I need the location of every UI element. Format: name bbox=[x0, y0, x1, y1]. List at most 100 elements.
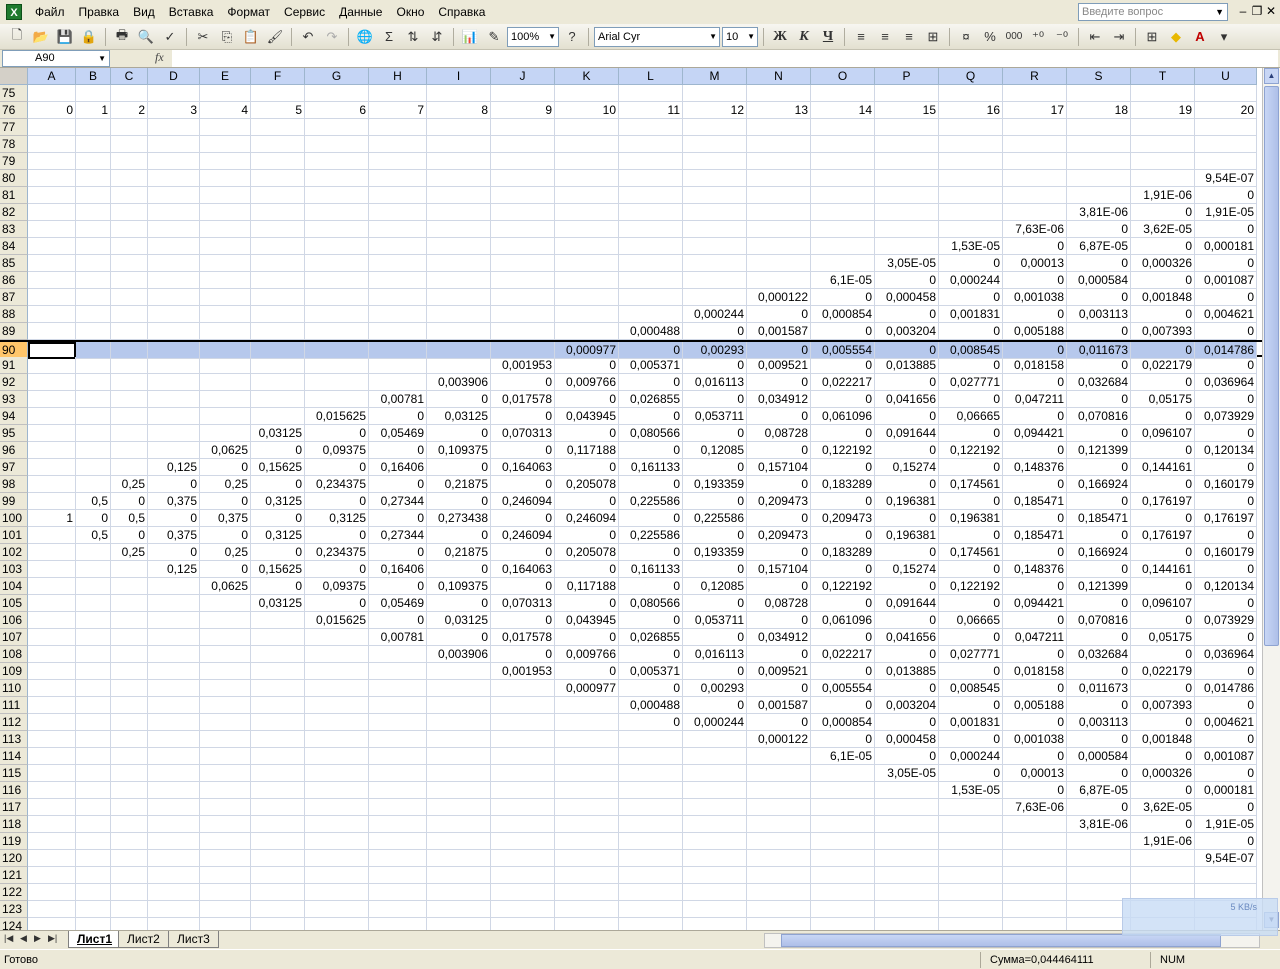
cell-p117[interactable] bbox=[875, 799, 939, 816]
cell-a104[interactable] bbox=[28, 578, 76, 595]
cell-k116[interactable] bbox=[555, 782, 619, 799]
cell-m89[interactable]: 0 bbox=[683, 323, 747, 340]
cell-c95[interactable] bbox=[111, 425, 148, 442]
cell-m80[interactable] bbox=[683, 170, 747, 187]
print-icon[interactable]: 🖶 bbox=[111, 26, 133, 48]
cell-d97[interactable]: 0,125 bbox=[148, 459, 200, 476]
row-header[interactable]: 118 bbox=[0, 816, 28, 833]
cell-i79[interactable] bbox=[427, 153, 491, 170]
cell-p115[interactable]: 3,05E-05 bbox=[875, 765, 939, 782]
cell-e114[interactable] bbox=[200, 748, 251, 765]
cell-n89[interactable]: 0,001587 bbox=[747, 323, 811, 340]
cell-g99[interactable]: 0 bbox=[305, 493, 369, 510]
cell-n81[interactable] bbox=[747, 187, 811, 204]
cell-d113[interactable] bbox=[148, 731, 200, 748]
cell-p87[interactable]: 0,000458 bbox=[875, 289, 939, 306]
cell-g83[interactable] bbox=[305, 221, 369, 238]
cell-n123[interactable] bbox=[747, 901, 811, 918]
cell-o83[interactable] bbox=[811, 221, 875, 238]
cell-n86[interactable] bbox=[747, 272, 811, 289]
row-header[interactable]: 92 bbox=[0, 374, 28, 391]
cell-q105[interactable]: 0 bbox=[939, 595, 1003, 612]
cell-q89[interactable]: 0 bbox=[939, 323, 1003, 340]
cell-d118[interactable] bbox=[148, 816, 200, 833]
cell-i101[interactable]: 0 bbox=[427, 527, 491, 544]
cell-b98[interactable] bbox=[76, 476, 111, 493]
cell-p91[interactable]: 0,013885 bbox=[875, 357, 939, 374]
cell-s87[interactable]: 0 bbox=[1067, 289, 1131, 306]
cell-r79[interactable] bbox=[1003, 153, 1067, 170]
cell-b111[interactable] bbox=[76, 697, 111, 714]
menu-window[interactable]: Окно bbox=[389, 2, 431, 22]
cell-q104[interactable]: 0,122192 bbox=[939, 578, 1003, 595]
cell-e105[interactable] bbox=[200, 595, 251, 612]
cell-d99[interactable]: 0,375 bbox=[148, 493, 200, 510]
cell-i81[interactable] bbox=[427, 187, 491, 204]
cell-f113[interactable] bbox=[251, 731, 305, 748]
cell-b80[interactable] bbox=[76, 170, 111, 187]
cell-d92[interactable] bbox=[148, 374, 200, 391]
cell-m75[interactable] bbox=[683, 85, 747, 102]
cell-a115[interactable] bbox=[28, 765, 76, 782]
cell-s83[interactable]: 0 bbox=[1067, 221, 1131, 238]
cell-k92[interactable]: 0,009766 bbox=[555, 374, 619, 391]
cell-r110[interactable]: 0 bbox=[1003, 680, 1067, 697]
cell-r94[interactable]: 0 bbox=[1003, 408, 1067, 425]
cell-h108[interactable] bbox=[369, 646, 427, 663]
column-header-u[interactable]: U bbox=[1195, 68, 1257, 85]
cell-e96[interactable]: 0,0625 bbox=[200, 442, 251, 459]
cell-l97[interactable]: 0,161133 bbox=[619, 459, 683, 476]
cell-a96[interactable] bbox=[28, 442, 76, 459]
cell-s118[interactable]: 3,81E-06 bbox=[1067, 816, 1131, 833]
cell-d103[interactable]: 0,125 bbox=[148, 561, 200, 578]
cell-h85[interactable] bbox=[369, 255, 427, 272]
cell-s108[interactable]: 0,032684 bbox=[1067, 646, 1131, 663]
cell-o121[interactable] bbox=[811, 867, 875, 884]
cell-u98[interactable]: 0,160179 bbox=[1195, 476, 1257, 493]
chevron-down-icon[interactable]: ▼ bbox=[98, 51, 106, 66]
chevron-down-icon[interactable]: ▼ bbox=[709, 28, 717, 46]
cell-h110[interactable] bbox=[369, 680, 427, 697]
cell-a111[interactable] bbox=[28, 697, 76, 714]
cell-l87[interactable] bbox=[619, 289, 683, 306]
cell-d102[interactable]: 0 bbox=[148, 544, 200, 561]
cell-f124[interactable] bbox=[251, 918, 305, 930]
column-header-s[interactable]: S bbox=[1067, 68, 1131, 85]
cell-f95[interactable]: 0,03125 bbox=[251, 425, 305, 442]
row-header[interactable]: 84 bbox=[0, 238, 28, 255]
cell-d77[interactable] bbox=[148, 119, 200, 136]
cell-s93[interactable]: 0 bbox=[1067, 391, 1131, 408]
cell-u121[interactable] bbox=[1195, 867, 1257, 884]
cell-p75[interactable] bbox=[875, 85, 939, 102]
cell-g100[interactable]: 0,3125 bbox=[305, 510, 369, 527]
cell-q109[interactable]: 0 bbox=[939, 663, 1003, 680]
cell-j124[interactable] bbox=[491, 918, 555, 930]
cell-f111[interactable] bbox=[251, 697, 305, 714]
cell-r87[interactable]: 0,001038 bbox=[1003, 289, 1067, 306]
open-folder-icon[interactable]: 📂 bbox=[30, 26, 52, 48]
cell-u99[interactable]: 0 bbox=[1195, 493, 1257, 510]
cell-e115[interactable] bbox=[200, 765, 251, 782]
cell-s107[interactable]: 0 bbox=[1067, 629, 1131, 646]
cell-k80[interactable] bbox=[555, 170, 619, 187]
cell-c120[interactable] bbox=[111, 850, 148, 867]
cell-e99[interactable]: 0 bbox=[200, 493, 251, 510]
cell-m91[interactable]: 0 bbox=[683, 357, 747, 374]
cell-l92[interactable]: 0 bbox=[619, 374, 683, 391]
cell-i88[interactable] bbox=[427, 306, 491, 323]
cell-b88[interactable] bbox=[76, 306, 111, 323]
cell-k95[interactable]: 0 bbox=[555, 425, 619, 442]
cell-k87[interactable] bbox=[555, 289, 619, 306]
cell-g111[interactable] bbox=[305, 697, 369, 714]
cell-c76[interactable]: 2 bbox=[111, 102, 148, 119]
cell-c88[interactable] bbox=[111, 306, 148, 323]
cell-c124[interactable] bbox=[111, 918, 148, 930]
cell-c110[interactable] bbox=[111, 680, 148, 697]
cell-s91[interactable]: 0 bbox=[1067, 357, 1131, 374]
cell-d88[interactable] bbox=[148, 306, 200, 323]
cell-b117[interactable] bbox=[76, 799, 111, 816]
cell-p124[interactable] bbox=[875, 918, 939, 930]
cell-r84[interactable]: 0 bbox=[1003, 238, 1067, 255]
cell-q92[interactable]: 0,027771 bbox=[939, 374, 1003, 391]
cell-n113[interactable]: 0,000122 bbox=[747, 731, 811, 748]
